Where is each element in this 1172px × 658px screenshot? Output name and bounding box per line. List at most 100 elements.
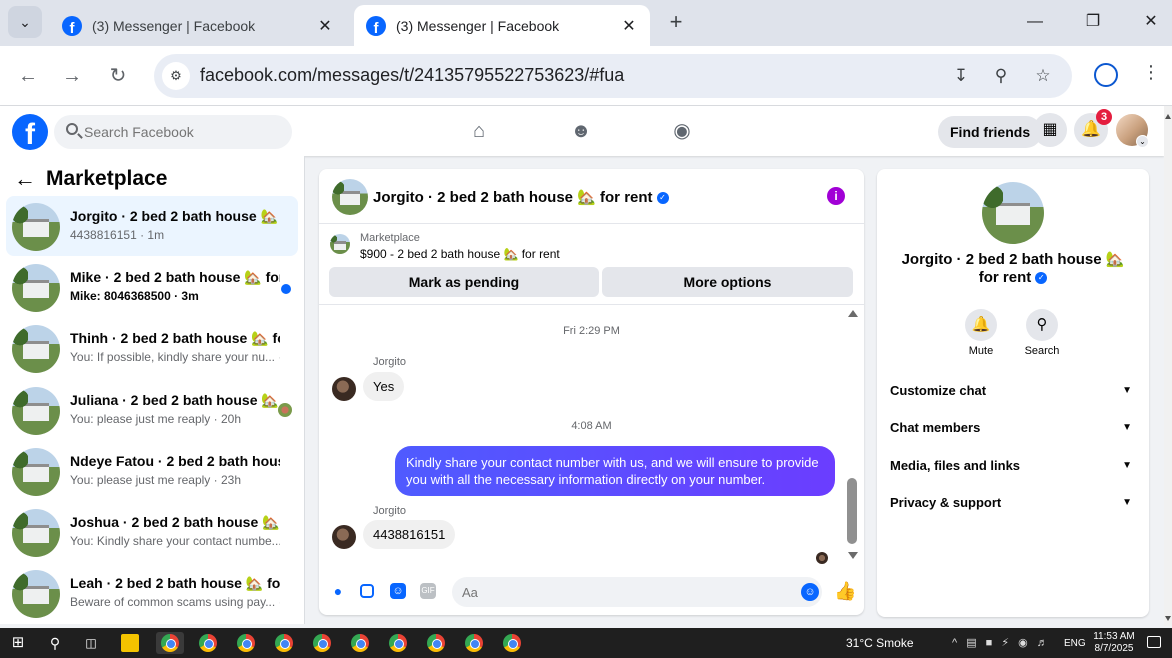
message-input[interactable] <box>462 577 782 607</box>
back-button[interactable]: ← <box>14 62 42 90</box>
conversation-item[interactable]: Thinh · 2 bed 2 bath house 🏡 for ... You… <box>6 318 298 378</box>
message-input-box[interactable] <box>452 577 822 607</box>
scroll-down-arrow-icon[interactable] <box>1165 616 1171 621</box>
customize-chat-row[interactable]: Customize chat ▼ <box>890 377 1136 405</box>
scroll-up-arrow-icon[interactable] <box>1165 114 1171 119</box>
chat-title[interactable]: Jorgito · 2 bed 2 bath house 🏡 for rent ✓ <box>373 188 669 206</box>
chrome-taskbar-icon[interactable] <box>235 632 257 654</box>
browser-tab-1[interactable]: f (3) Messenger | Facebook ✕ <box>50 5 346 46</box>
conversation-item[interactable]: Juliana · 2 bed 2 bath house 🏡 ... You: … <box>6 380 298 440</box>
forward-button[interactable]: → <box>58 62 86 90</box>
conversation-item[interactable]: Jorgito · 2 bed 2 bath house 🏡 fo... 443… <box>6 196 298 256</box>
conversation-preview: You: Kindly share your contact numbe... … <box>70 534 280 548</box>
conversation-item[interactable]: Ndeye Fatou · 2 bed 2 bath house ... You… <box>6 441 298 501</box>
media-files-links-row[interactable]: Media, files and links ▼ <box>890 452 1136 480</box>
chat-members-row[interactable]: Chat members ▼ <box>890 414 1136 442</box>
find-friends-button[interactable]: Find friends <box>938 116 1043 148</box>
windows-start-icon[interactable]: ⊞ <box>7 632 29 654</box>
search-icon[interactable]: ⚲ <box>1026 309 1058 341</box>
bell-icon[interactable]: 🔔 <box>965 309 997 341</box>
friends-icon[interactable]: ☻ <box>568 118 594 144</box>
url-text[interactable]: facebook.com/messages/t/2413579552275362… <box>200 65 624 86</box>
chrome-taskbar-icon[interactable] <box>197 632 219 654</box>
install-app-icon[interactable]: ↧ <box>948 64 974 88</box>
conversation-name: Juliana · 2 bed 2 bath house 🏡 ... <box>70 392 280 408</box>
conversation-item[interactable]: Joshua · 2 bed 2 bath house 🏡 for... You… <box>6 502 298 562</box>
account-chevron-icon[interactable]: ⌄ <box>1136 135 1149 148</box>
chrome-taskbar-icon[interactable] <box>463 632 485 654</box>
chrome-taskbar-icon[interactable] <box>501 632 523 654</box>
incoming-message[interactable]: 4438816151 <box>363 520 456 549</box>
more-options-button[interactable]: More options <box>602 267 853 297</box>
photo-icon[interactable] <box>360 584 374 598</box>
verified-icon: ✓ <box>1035 272 1048 285</box>
microphone-icon[interactable]: ● <box>329 582 347 600</box>
chrome-taskbar-icon[interactable] <box>273 632 295 654</box>
sender-avatar[interactable] <box>332 525 356 549</box>
listing-profile-image[interactable] <box>982 182 1044 244</box>
mute-action[interactable]: 🔔 Mute <box>956 309 1006 357</box>
tab-search-button[interactable]: ⌄ <box>8 6 42 38</box>
chrome-taskbar-icon[interactable] <box>349 632 371 654</box>
chat-scrollbar[interactable] <box>846 310 858 560</box>
chrome-taskbar-icon[interactable] <box>311 632 333 654</box>
minimize-button[interactable]: — <box>1015 8 1055 36</box>
listing-thumbnail <box>12 325 60 373</box>
groups-icon[interactable]: ◉ <box>669 118 695 144</box>
page-scrollbar[interactable] <box>1164 106 1172 626</box>
marketplace-conversation-list: ← Marketplace Jorgito · 2 bed 2 bath hou… <box>0 156 305 624</box>
privacy-support-row[interactable]: Privacy & support ▼ <box>890 489 1136 517</box>
page-title: Marketplace <box>46 167 168 190</box>
close-window-button[interactable]: ✕ <box>1131 8 1171 36</box>
close-tab-icon[interactable]: ✕ <box>316 16 334 36</box>
close-tab-icon[interactable]: ✕ <box>620 16 638 36</box>
home-icon[interactable]: ⌂ <box>466 118 492 144</box>
scroll-down-arrow-icon[interactable] <box>848 552 858 559</box>
browser-menu-icon[interactable]: ⋮ <box>1142 62 1160 83</box>
browser-profile-icon[interactable] <box>1094 63 1118 87</box>
language-indicator[interactable]: ENG <box>1064 638 1086 649</box>
search-icon[interactable]: ⚲ <box>44 632 66 654</box>
browser-tab-2-active[interactable]: f (3) Messenger | Facebook ✕ <box>354 5 650 46</box>
chrome-taskbar-icon[interactable] <box>156 632 184 654</box>
search-action[interactable]: ⚲ Search <box>1017 309 1067 357</box>
listing-description[interactable]: $900 - 2 bed 2 bath house 🏡 for rent <box>360 247 560 261</box>
chat-listing-thumbnail[interactable] <box>332 179 368 215</box>
menu-grid-icon[interactable]: ▦ <box>1033 113 1067 147</box>
bookmark-star-icon[interactable]: ☆ <box>1030 64 1056 88</box>
scroll-up-arrow-icon[interactable] <box>848 310 858 317</box>
listing-thumbnail <box>12 509 60 557</box>
task-view-icon[interactable]: ◫ <box>80 632 102 654</box>
outgoing-message[interactable]: Kindly share your contact number with us… <box>395 446 835 496</box>
zoom-icon[interactable]: ⚲ <box>988 64 1014 88</box>
media-player-icon[interactable] <box>119 632 141 654</box>
sender-avatar[interactable] <box>332 377 356 401</box>
conversation-preview: Beware of common scams using pay... · 2d <box>70 595 280 609</box>
notification-center-icon[interactable] <box>1147 636 1161 648</box>
chrome-taskbar-icon[interactable] <box>387 632 409 654</box>
thumbs-up-icon[interactable]: 👍 <box>834 581 856 602</box>
reload-button[interactable]: ↻ <box>104 62 132 90</box>
system-tray-icons[interactable]: ^ ▤ ■ ⚡ ◉ ♬ <box>952 636 1051 649</box>
mark-as-pending-button[interactable]: Mark as pending <box>329 267 599 297</box>
emoji-icon[interactable]: ☺ <box>801 583 819 601</box>
site-settings-icon[interactable]: ⚙ <box>162 62 190 90</box>
facebook-search[interactable] <box>54 115 292 149</box>
incoming-message[interactable]: Yes <box>363 372 405 401</box>
search-input[interactable] <box>84 115 284 149</box>
facebook-logo-icon[interactable]: f <box>12 114 48 150</box>
conversation-item[interactable]: Leah · 2 bed 2 bath house 🏡 for r... Bew… <box>6 563 298 623</box>
weather-widget[interactable]: 31°C Smoke <box>846 636 914 650</box>
chrome-taskbar-icon[interactable] <box>425 632 447 654</box>
conversation-item[interactable]: Mike · 2 bed 2 bath house 🏡 for... Mike:… <box>6 257 298 317</box>
back-arrow-icon[interactable]: ← <box>14 166 36 192</box>
sticker-icon[interactable]: ☺ <box>390 583 406 599</box>
gif-icon[interactable]: GIF <box>420 583 436 599</box>
restore-button[interactable]: ❐ <box>1073 8 1113 36</box>
clock[interactable]: 11:53 AM 8/7/2025 <box>1092 631 1136 655</box>
info-icon[interactable]: i <box>827 187 845 205</box>
address-bar[interactable]: ⚙ facebook.com/messages/t/24135795522753… <box>154 54 1072 98</box>
conversation-name: Leah · 2 bed 2 bath house 🏡 for r... <box>70 575 280 591</box>
scrollbar-thumb[interactable] <box>847 478 857 544</box>
new-tab-button[interactable]: + <box>664 8 688 36</box>
